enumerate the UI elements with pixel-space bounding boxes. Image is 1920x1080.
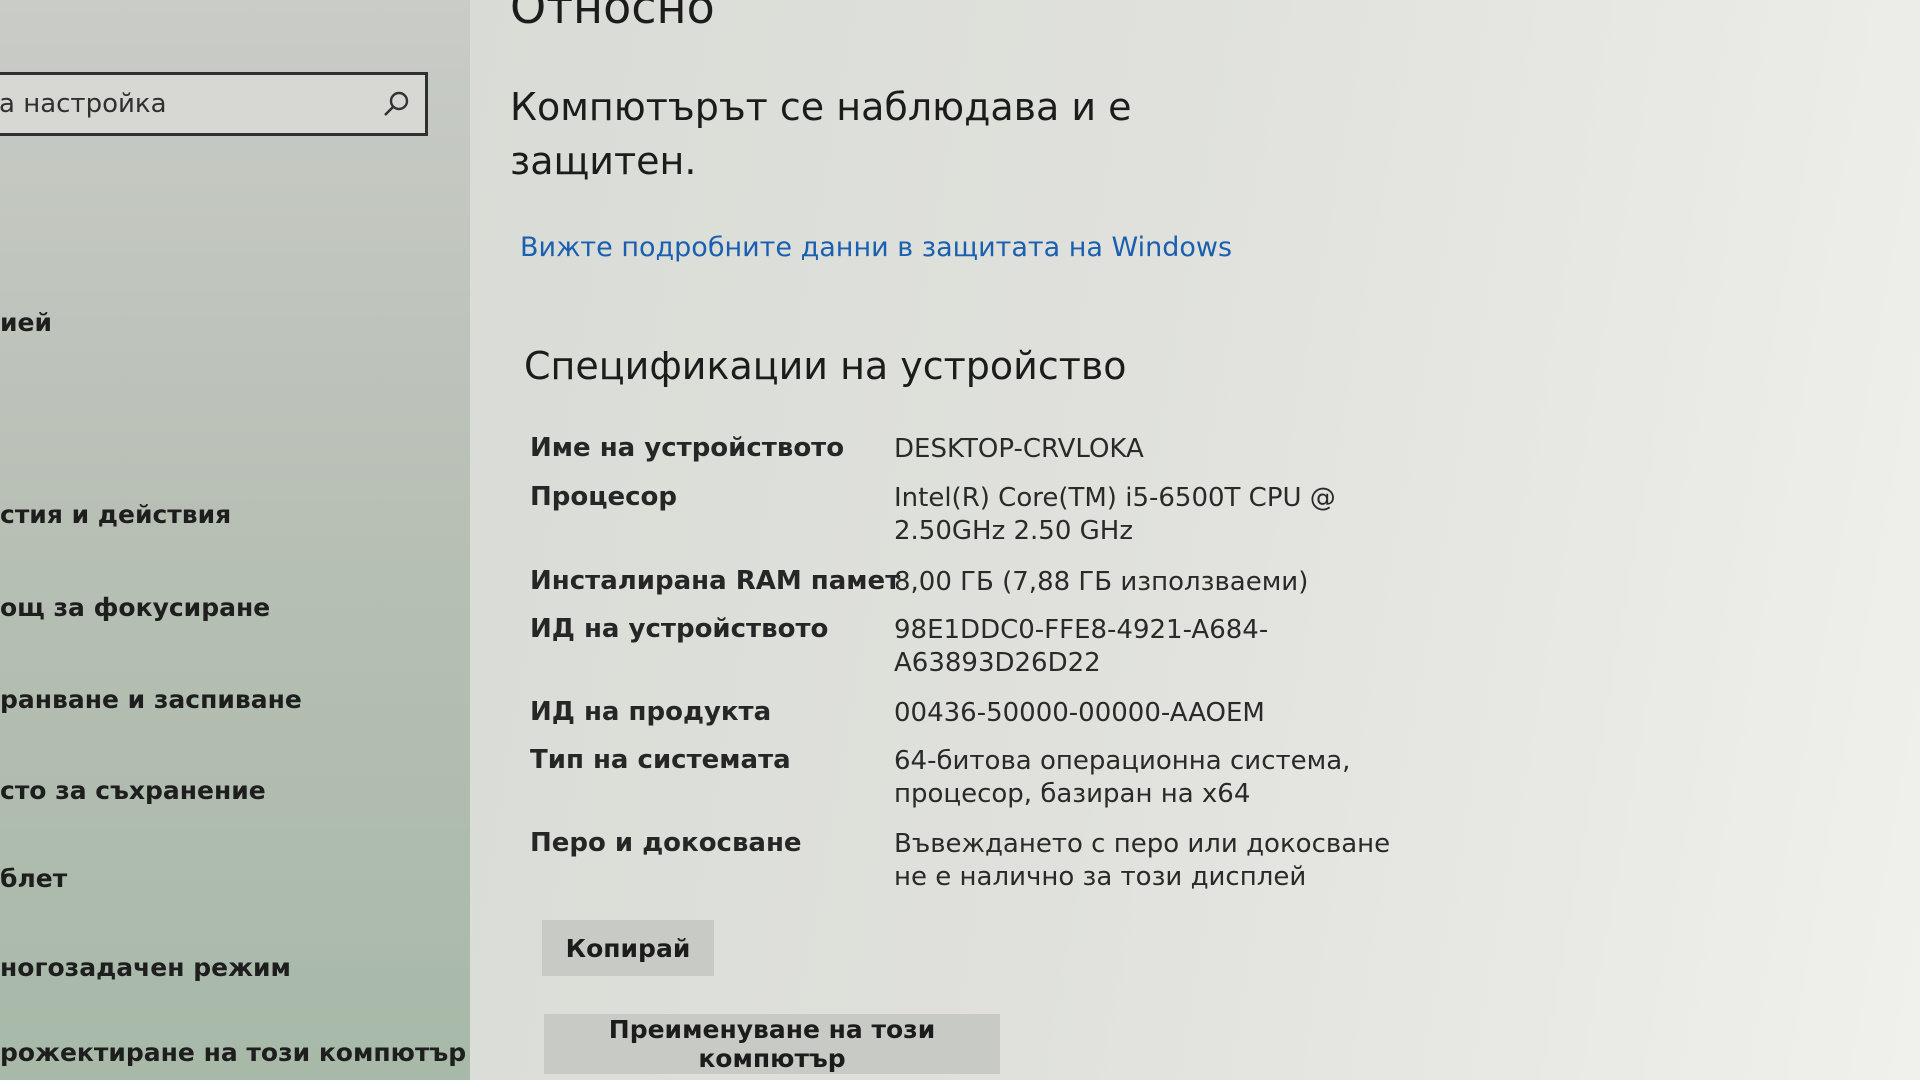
sidebar: а настройка ией стия и действия ощ за фо… (0, 0, 470, 1080)
protection-status: Компютърът се наблюдава и е защитен. (510, 85, 1132, 183)
sidebar-item-0[interactable]: ией (0, 308, 52, 337)
main-content: Относно Компютърът се наблюдава и е защи… (470, 0, 1920, 1080)
sidebar-item-notifications[interactable]: стия и действия (0, 500, 231, 529)
spec-label-device-id: ИД на устройството (530, 614, 829, 644)
search-icon[interactable] (381, 89, 411, 119)
search-box[interactable]: а настройка (0, 72, 428, 136)
sidebar-item-storage[interactable]: сто за съхранение (0, 776, 266, 805)
sidebar-item-focus-assist[interactable]: ощ за фокусиране (0, 593, 270, 622)
spec-label-system-type: Тип на системата (530, 745, 791, 775)
spec-value-processor: Intel(R) Core(TM) i5-6500T CPU @ 2.50GHz… (894, 483, 1336, 546)
spec-value-ram: 8,00 ГБ (7,88 ГБ използваеми) (894, 567, 1309, 597)
spec-label-ram: Инсталирана RAM памет (530, 566, 901, 596)
sidebar-item-multitasking[interactable]: ногозадачен режим (0, 953, 291, 982)
page-title: Относно (510, 0, 715, 34)
search-input[interactable]: а настройка (0, 89, 167, 119)
spec-label-processor: Процесор (530, 482, 678, 512)
spec-value-device-id: 98E1DDC0-FFE8-4921-A684-A63893D26D22 (894, 615, 1269, 678)
spec-value-device-name: DESKTOP-CRVLOKA (894, 434, 1144, 464)
spec-value-product-id: 00436-50000-00000-AAOEM (894, 698, 1265, 728)
sidebar-item-power-sleep[interactable]: ранване и заспиване (0, 685, 302, 714)
spec-value-pen-touch: Въвеждането с перо или докосване не е на… (894, 829, 1391, 892)
spec-label-pen-touch: Перо и докосване (530, 828, 802, 858)
copy-button[interactable]: Копирай (542, 920, 714, 976)
windows-security-details-link[interactable]: Вижте подробните данни в защитата на Win… (520, 232, 1232, 263)
device-specs-heading: Спецификации на устройство (524, 344, 1127, 388)
sidebar-item-projecting[interactable]: рожектиране на този компютър (0, 1038, 466, 1067)
rename-pc-button[interactable]: Преименуване на този компютър (544, 1014, 1000, 1074)
sidebar-item-tablet[interactable]: блет (0, 864, 67, 893)
spec-label-device-name: Име на устройството (530, 433, 845, 463)
spec-label-product-id: ИД на продукта (530, 697, 772, 727)
spec-value-system-type: 64-битова операционна система, процесор,… (894, 746, 1351, 809)
